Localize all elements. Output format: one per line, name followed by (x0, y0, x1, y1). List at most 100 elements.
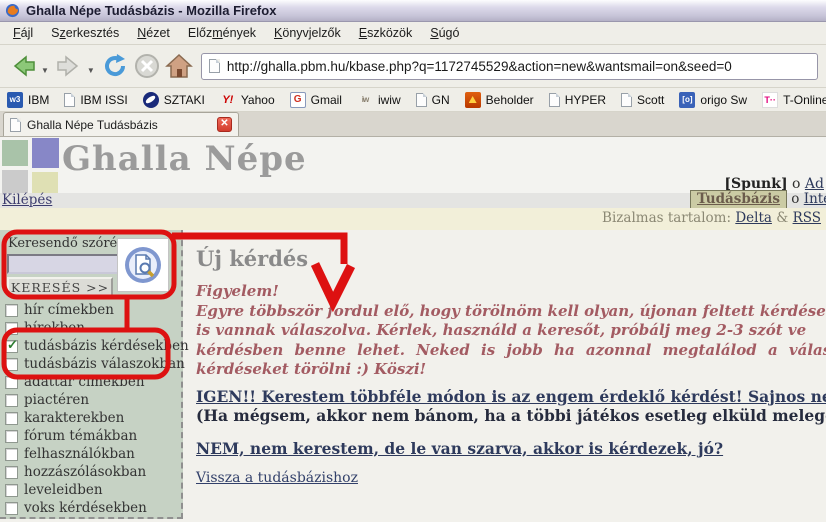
checkbox[interactable] (5, 322, 18, 335)
site-navbar: Kilépés Tudásbázis o Interjúk o Nap (0, 193, 826, 208)
iwiw-icon (357, 92, 373, 108)
scope-tudasbazis-kerdesekben[interactable]: tudásbázis kérdésekben (5, 337, 179, 355)
no-searched-link[interactable]: NEM, nem kerestem, de le van szarva, akk… (196, 439, 723, 458)
navigation-toolbar: ▼ ▼ (0, 45, 826, 88)
bookmark-iwiw[interactable]: iwiw (357, 92, 401, 108)
search-sidebar: Keresendő szórész: KERESÉS >> hír címekb… (0, 230, 183, 519)
bookmark-sztaki[interactable]: SZTAKI (143, 92, 205, 108)
yes-note: (Ha mégsem, akkor nem bánom, ha a többi … (196, 406, 826, 425)
delta-link[interactable]: Delta (735, 210, 772, 226)
scope-hozzaszolasokban[interactable]: hozzászólásokban (5, 463, 179, 481)
bookmark-gn[interactable]: GN (416, 93, 450, 107)
back-to-kb-link[interactable]: Vissza a tudásbázishoz (196, 470, 358, 486)
origo-icon (679, 92, 695, 108)
firefox-icon (5, 3, 20, 18)
back-icon (8, 51, 38, 81)
scope-tudasbazis-valaszokban[interactable]: tudásbázis válaszokban (5, 355, 179, 373)
site-nav-links: Tudásbázis o Interjúk o Nap (690, 191, 826, 207)
scope-adattar-cimekben[interactable]: adattár címekben (5, 373, 179, 391)
checkbox[interactable] (5, 466, 18, 479)
logout-link[interactable]: Kilépés (2, 192, 52, 208)
window-title: Ghalla Népe Tudásbázis - Mozilla Firefox (26, 3, 276, 18)
bookmark-origo[interactable]: origo Sw (679, 92, 747, 108)
scope-hirekben[interactable]: hírekben (5, 319, 179, 337)
checkbox[interactable] (5, 358, 18, 371)
nav-tudasbazis[interactable]: Tudásbázis (690, 190, 787, 209)
confidential-label: Bizalmas tartalom: (602, 210, 731, 226)
rss-link[interactable]: RSS (793, 210, 821, 226)
answer-links: IGEN!! Kerestem többféle módon is az eng… (196, 387, 826, 488)
checkbox[interactable] (5, 502, 18, 515)
stop-button[interactable] (133, 52, 161, 80)
yes-searched-link[interactable]: IGEN!! Kerestem többféle módon is az eng… (196, 387, 826, 406)
search-input[interactable] (7, 254, 131, 274)
search-button[interactable]: KERESÉS >> (7, 277, 113, 297)
tonline-icon (762, 92, 778, 108)
logo-square-green (2, 140, 28, 166)
yahoo-icon (220, 92, 236, 108)
bookmark-yahoo[interactable]: Yahoo (220, 92, 275, 108)
checkbox[interactable] (5, 484, 18, 497)
forward-icon (54, 51, 84, 81)
checkbox[interactable] (5, 448, 18, 461)
reload-button[interactable] (100, 51, 130, 81)
menu-help[interactable]: Súgó (421, 23, 468, 43)
sztaki-icon (143, 92, 159, 108)
menu-bar: Fájl Szerkesztés Nézet Előzmények Könyvj… (0, 22, 826, 45)
scope-forum-temakban[interactable]: fórum témákban (5, 427, 179, 445)
main-content: Új kérdés Figyelem! Egyre többször fordu… (185, 230, 826, 522)
menu-file[interactable]: Fájl (4, 23, 42, 43)
forward-dropdown-icon[interactable]: ▼ (87, 66, 95, 75)
bookmark-tonline[interactable]: T-Online (762, 92, 826, 108)
back-button[interactable] (8, 51, 38, 81)
page-icon (416, 93, 427, 107)
bookmark-ibm[interactable]: IBM (7, 92, 49, 108)
header-link-ad[interactable]: Ad (805, 176, 824, 192)
tab-favicon-icon (10, 118, 21, 132)
confidential-strip: Bizalmas tartalom: Delta & RSS (0, 208, 826, 230)
home-button[interactable] (164, 51, 194, 81)
page-title: Új kérdés (196, 246, 826, 271)
url-bar[interactable] (201, 53, 818, 80)
bookmark-hyper[interactable]: HYPER (549, 93, 606, 107)
bookmark-gmail[interactable]: Gmail (290, 92, 342, 108)
page-icon (621, 93, 632, 107)
page-body: Keresendő szórész: KERESÉS >> hír címekb… (0, 230, 826, 522)
bookmark-beholder[interactable]: Beholder (465, 92, 534, 108)
menu-tools[interactable]: Eszközök (350, 23, 422, 43)
forward-button[interactable] (54, 51, 84, 81)
checkbox-checked[interactable] (5, 340, 18, 353)
checkbox[interactable] (5, 412, 18, 425)
scope-felhasznalokban[interactable]: felhasználókban (5, 445, 179, 463)
search-doc-panel (117, 238, 169, 292)
checkbox[interactable] (5, 304, 18, 317)
bookmark-ibm-issi[interactable]: IBM ISSI (64, 93, 127, 107)
checkbox[interactable] (5, 394, 18, 407)
menu-bookmarks[interactable]: Könyvjelzők (265, 23, 350, 43)
scope-leveleidben[interactable]: leveleidben (5, 481, 179, 499)
site-title: Ghalla Népe (62, 139, 307, 179)
scope-hir-cimekben[interactable]: hír címekben (5, 301, 179, 319)
back-dropdown-icon[interactable]: ▼ (41, 66, 49, 75)
tab-ghalla-nepe[interactable]: Ghalla Népe Tudásbázis ✕ (3, 112, 239, 136)
search-document-icon (122, 244, 164, 286)
menu-view[interactable]: Nézet (128, 23, 179, 43)
scope-piacteren[interactable]: piactéren (5, 391, 179, 409)
scope-voks-kerdesekben[interactable]: voks kérdésekben (5, 499, 179, 517)
logo-square-purple (32, 138, 59, 168)
gmail-icon (290, 92, 306, 108)
reload-icon (100, 51, 130, 81)
site-header: Ghalla Népe [Spunk] o Ad (0, 137, 826, 193)
url-input[interactable] (227, 59, 810, 74)
menu-edit[interactable]: Szerkesztés (42, 23, 128, 43)
scope-karakterekben[interactable]: karakterekben (5, 409, 179, 427)
warning-title: Figyelem! (196, 282, 826, 302)
checkbox[interactable] (5, 376, 18, 389)
beholder-icon (465, 92, 481, 108)
checkbox[interactable] (5, 430, 18, 443)
bookmark-scott[interactable]: Scott (621, 93, 664, 107)
menu-history[interactable]: Előzmények (179, 23, 265, 43)
page-icon (549, 93, 560, 107)
tab-close-icon[interactable]: ✕ (217, 117, 232, 132)
nav-interjuk[interactable]: Interjúk (804, 191, 826, 207)
